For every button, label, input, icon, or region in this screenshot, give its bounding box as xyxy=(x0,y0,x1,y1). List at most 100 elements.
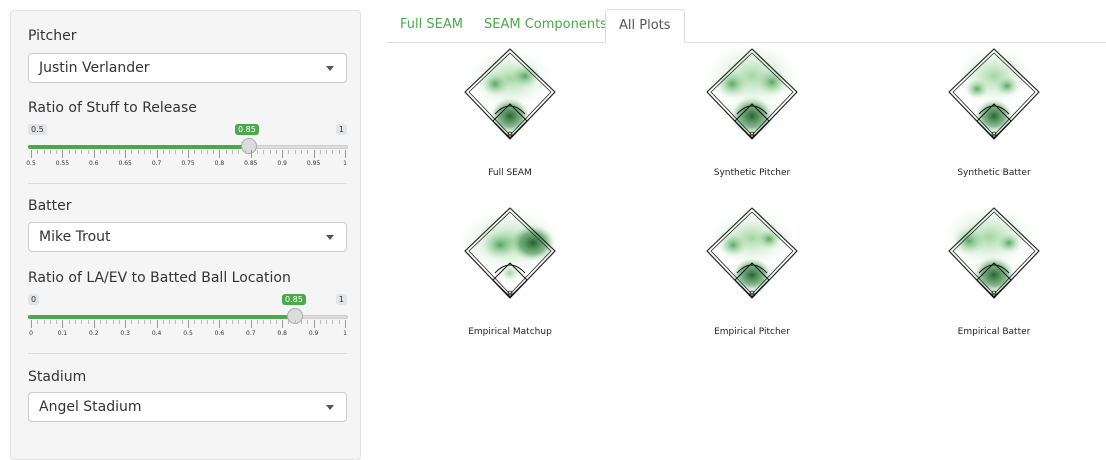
tick-mark-minor xyxy=(87,150,89,154)
slider-value-label: 0.85 xyxy=(282,294,306,305)
tick-mark-minor xyxy=(200,320,202,324)
tick-mark-minor xyxy=(181,150,183,154)
tick-mark-minor xyxy=(213,150,215,154)
tick-mark-minor xyxy=(326,150,328,154)
tick-mark-minor xyxy=(175,150,177,154)
tick-mark-minor xyxy=(269,320,271,324)
tick-mark xyxy=(188,320,189,328)
tick-mark-minor xyxy=(112,320,114,324)
tick-label: 0.2 xyxy=(89,330,99,337)
tick-mark xyxy=(62,150,64,158)
tick-mark-minor xyxy=(106,320,108,324)
tick-label: 0.6 xyxy=(214,330,225,337)
tick-mark-minor xyxy=(49,150,51,154)
slider-bar xyxy=(28,315,296,319)
plot-synthetic-batter xyxy=(948,46,1040,140)
tick-mark-minor xyxy=(257,150,259,154)
tick-mark-minor xyxy=(206,150,208,154)
pitcher-select[interactable]: Justin Verlander xyxy=(28,53,347,83)
tick-label: 0.7 xyxy=(246,330,256,337)
plot-empirical-batter xyxy=(943,205,1040,299)
tick-mark xyxy=(62,320,64,328)
tick-label: 0.5 xyxy=(183,330,193,337)
tick-mark xyxy=(345,320,346,328)
tick-mark-minor xyxy=(118,320,120,324)
tick-mark xyxy=(282,150,284,158)
tick-mark-minor xyxy=(225,320,227,324)
tick-label: 0.1 xyxy=(57,330,68,337)
tick-mark-minor xyxy=(332,320,334,324)
tick-mark-minor xyxy=(68,320,70,324)
tick-mark xyxy=(219,150,221,158)
tick-label: 0.95 xyxy=(306,160,321,167)
tick-mark-minor xyxy=(238,320,240,324)
plot-synthetic-pitcher xyxy=(706,44,798,140)
tab-full-seam[interactable]: Full SEAM xyxy=(387,9,476,42)
tick-mark-minor xyxy=(106,150,108,154)
tick-mark-minor xyxy=(307,320,309,324)
slider-min-label: 0 xyxy=(28,294,40,305)
tick-mark-minor xyxy=(194,150,196,154)
stadium-label: Stadium xyxy=(28,369,87,385)
stadium-select[interactable]: Angel Stadium xyxy=(28,392,347,422)
batter-select-value: Mike Trout xyxy=(39,229,111,245)
tick-mark-minor xyxy=(275,150,277,154)
tick-mark-minor xyxy=(301,150,303,154)
tick-mark-minor xyxy=(100,150,102,154)
tick-mark-minor xyxy=(244,150,246,154)
batter-label: Batter xyxy=(28,198,72,214)
tick-mark xyxy=(282,320,284,328)
tick-mark-minor xyxy=(213,320,215,324)
tick-label: 0.65 xyxy=(118,160,132,167)
chevron-down-icon xyxy=(326,235,334,240)
tick-mark xyxy=(345,150,346,158)
tick-mark-minor xyxy=(43,150,45,154)
tick-mark-minor xyxy=(81,320,83,324)
tick-mark-minor xyxy=(307,150,309,154)
tick-mark-minor xyxy=(319,320,321,324)
tab-all-plots[interactable]: All Plots xyxy=(605,9,685,43)
tick-mark-minor xyxy=(150,320,152,324)
slider-min-label: 0.5 xyxy=(28,124,47,135)
chevron-down-icon xyxy=(326,405,334,410)
tick-mark-minor xyxy=(332,150,334,154)
pitcher-select-value: Justin Verlander xyxy=(39,60,150,76)
tick-mark-minor xyxy=(206,320,208,324)
stadium-select-value: Angel Stadium xyxy=(39,399,142,415)
tick-label: 0.5 xyxy=(26,160,36,167)
plot-empirical-pitcher xyxy=(706,207,798,299)
tick-mark-minor xyxy=(238,150,240,154)
tick-mark-minor xyxy=(131,150,133,154)
tick-mark-minor xyxy=(194,320,196,324)
tab-seam-components[interactable]: SEAM Components xyxy=(471,9,620,42)
tick-mark-minor xyxy=(56,320,58,324)
tick-mark-minor xyxy=(169,150,171,154)
tick-mark-minor xyxy=(162,320,164,324)
tick-mark-minor xyxy=(294,150,296,154)
laev-slider-label: Ratio of LA/EV to Batted Ball Location xyxy=(28,270,291,286)
tick-label: 0.7 xyxy=(151,160,162,167)
slider-ticks: 0.5 0.55 0.6 0.65 0.7 0.75 0.8 0.85 0.9 0.95 1 xyxy=(26,150,348,174)
batter-select[interactable]: Mike Trout xyxy=(28,222,347,252)
laev-location-slider[interactable]: 0 1 0.85 0 0.1 0.2 0.3 0.4 0.5 0.6 0.7 0.8 0.9 1 xyxy=(28,294,349,344)
tick-mark-minor xyxy=(338,320,340,324)
tick-mark-minor xyxy=(150,150,152,154)
tick-mark-minor xyxy=(144,320,146,324)
tick-mark xyxy=(31,320,32,328)
tick-label: 0.6 xyxy=(89,160,99,167)
tick-mark-minor xyxy=(257,320,259,324)
tick-label: 0.9 xyxy=(308,330,319,337)
divider xyxy=(28,353,347,354)
tick-label: 0.4 xyxy=(151,330,162,337)
tab-bar: Full SEAM SEAM Components All Plots xyxy=(387,9,1106,43)
tick-mark xyxy=(313,150,315,158)
tick-mark-minor xyxy=(231,320,233,324)
slider-max-label: 1 xyxy=(335,294,347,305)
tick-label: 0.8 xyxy=(214,160,225,167)
tick-mark-minor xyxy=(137,320,139,324)
stuff-release-slider[interactable]: 0.5 1 0.85 0.5 0.55 0.6 0.65 0.7 0.75 0.8 0.85 0… xyxy=(26,124,349,174)
tick-mark-minor xyxy=(288,150,290,154)
sidebar-panel: Pitcher Justin Verlander Ratio of Stuff … xyxy=(10,10,361,460)
tick-mark-minor xyxy=(100,320,102,324)
plot-label: Synthetic Pitcher xyxy=(713,168,791,178)
